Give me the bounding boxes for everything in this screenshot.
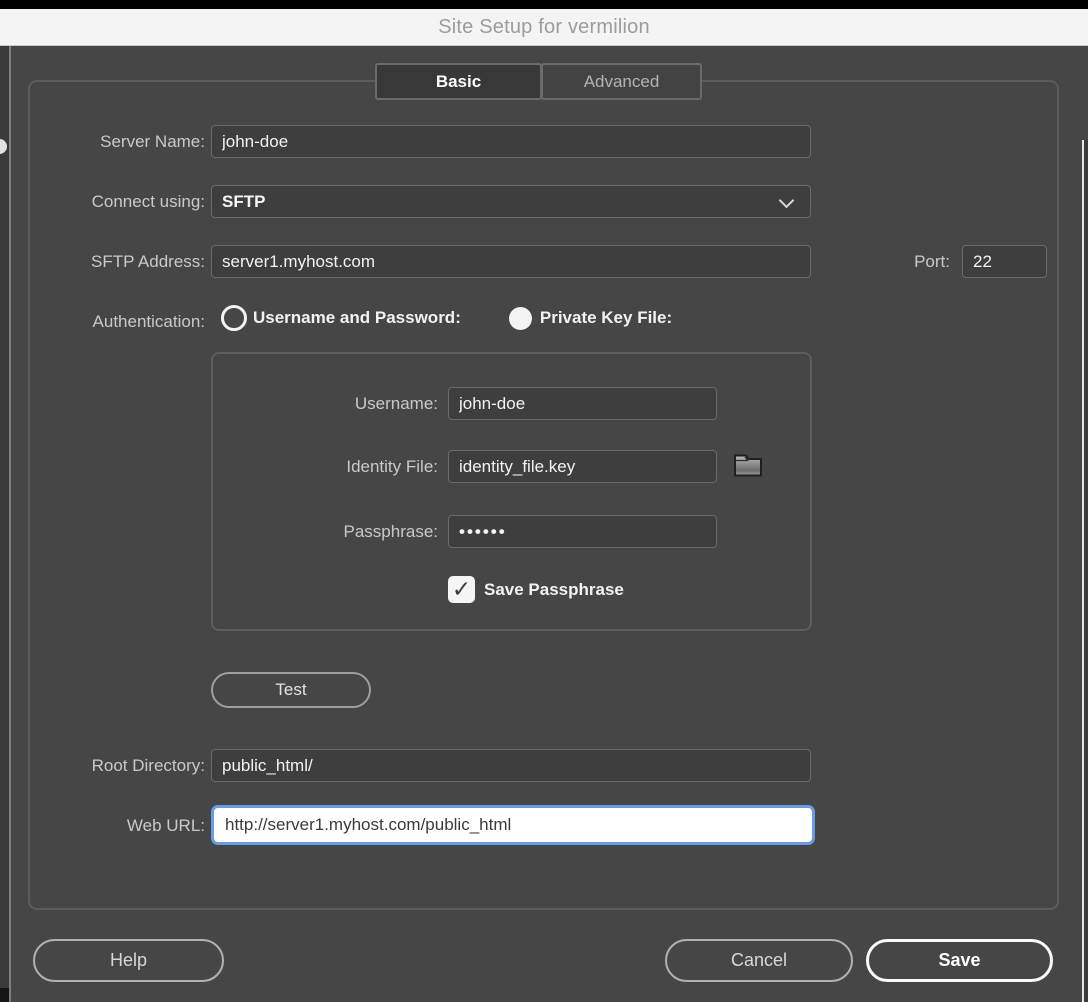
save-passphrase-label: Save Passphrase xyxy=(484,580,624,600)
dialog-left-edge xyxy=(9,46,11,1002)
help-button[interactable]: Help xyxy=(33,939,224,982)
username-label: Username: xyxy=(223,392,438,416)
save-passphrase-row: ✓ Save Passphrase xyxy=(448,576,624,603)
chevron-down-icon xyxy=(780,195,792,207)
site-setup-dialog: { "window": { "title": "Site Setup for v… xyxy=(0,0,1088,1002)
identity-file-label: Identity File: xyxy=(223,455,438,479)
cancel-button-label: Cancel xyxy=(731,950,787,971)
cancel-button[interactable]: Cancel xyxy=(665,939,853,982)
connect-using-label: Connect using: xyxy=(18,190,205,214)
root-directory-label: Root Directory: xyxy=(18,754,205,778)
server-name-label: Server Name: xyxy=(18,130,205,154)
private-key-radio[interactable] xyxy=(509,307,532,330)
authentication-label: Authentication: xyxy=(18,310,205,334)
username-password-radio-label: Username and Password: xyxy=(253,308,461,328)
check-icon: ✓ xyxy=(452,578,471,601)
root-directory-input[interactable] xyxy=(211,749,811,782)
server-name-input[interactable] xyxy=(211,125,811,158)
username-input[interactable] xyxy=(448,387,717,420)
authentication-options: Username and Password: Private Key File: xyxy=(221,303,672,333)
web-url-label: Web URL: xyxy=(18,814,205,838)
tab-advanced-label: Advanced xyxy=(584,72,660,92)
background-window-right xyxy=(1084,140,1088,1002)
folder-icon[interactable] xyxy=(733,452,763,478)
identity-file-input[interactable] xyxy=(448,450,717,483)
test-button-label: Test xyxy=(275,680,306,700)
private-key-radio-label: Private Key File: xyxy=(540,308,672,328)
help-button-label: Help xyxy=(110,950,147,971)
web-url-input[interactable] xyxy=(214,808,812,842)
test-button[interactable]: Test xyxy=(211,672,371,708)
tab-advanced[interactable]: Advanced xyxy=(541,63,702,100)
tab-basic-label: Basic xyxy=(436,72,481,92)
save-button[interactable]: Save xyxy=(866,939,1053,982)
sftp-address-label: SFTP Address: xyxy=(18,250,205,274)
sftp-address-input[interactable] xyxy=(211,245,811,278)
port-input[interactable] xyxy=(962,245,1047,278)
background-window-left xyxy=(0,46,9,1002)
desktop-top-strip xyxy=(0,0,1088,9)
passphrase-input[interactable] xyxy=(448,515,717,548)
background-window-corner xyxy=(0,988,9,1002)
credentials-panel: Username: Identity File: Passphrase: ✓ S… xyxy=(211,352,812,631)
passphrase-label: Passphrase: xyxy=(223,520,438,544)
username-password-radio[interactable] xyxy=(221,305,247,331)
tab-basic[interactable]: Basic xyxy=(375,63,542,100)
save-button-label: Save xyxy=(938,950,980,971)
save-passphrase-checkbox[interactable]: ✓ xyxy=(448,576,475,603)
dialog-titlebar: Site Setup for vermilion xyxy=(0,9,1088,46)
dialog-title: Site Setup for vermilion xyxy=(438,16,650,39)
connect-using-value: SFTP xyxy=(222,192,265,212)
connect-using-select[interactable]: SFTP xyxy=(211,185,811,218)
port-label: Port: xyxy=(845,250,950,274)
